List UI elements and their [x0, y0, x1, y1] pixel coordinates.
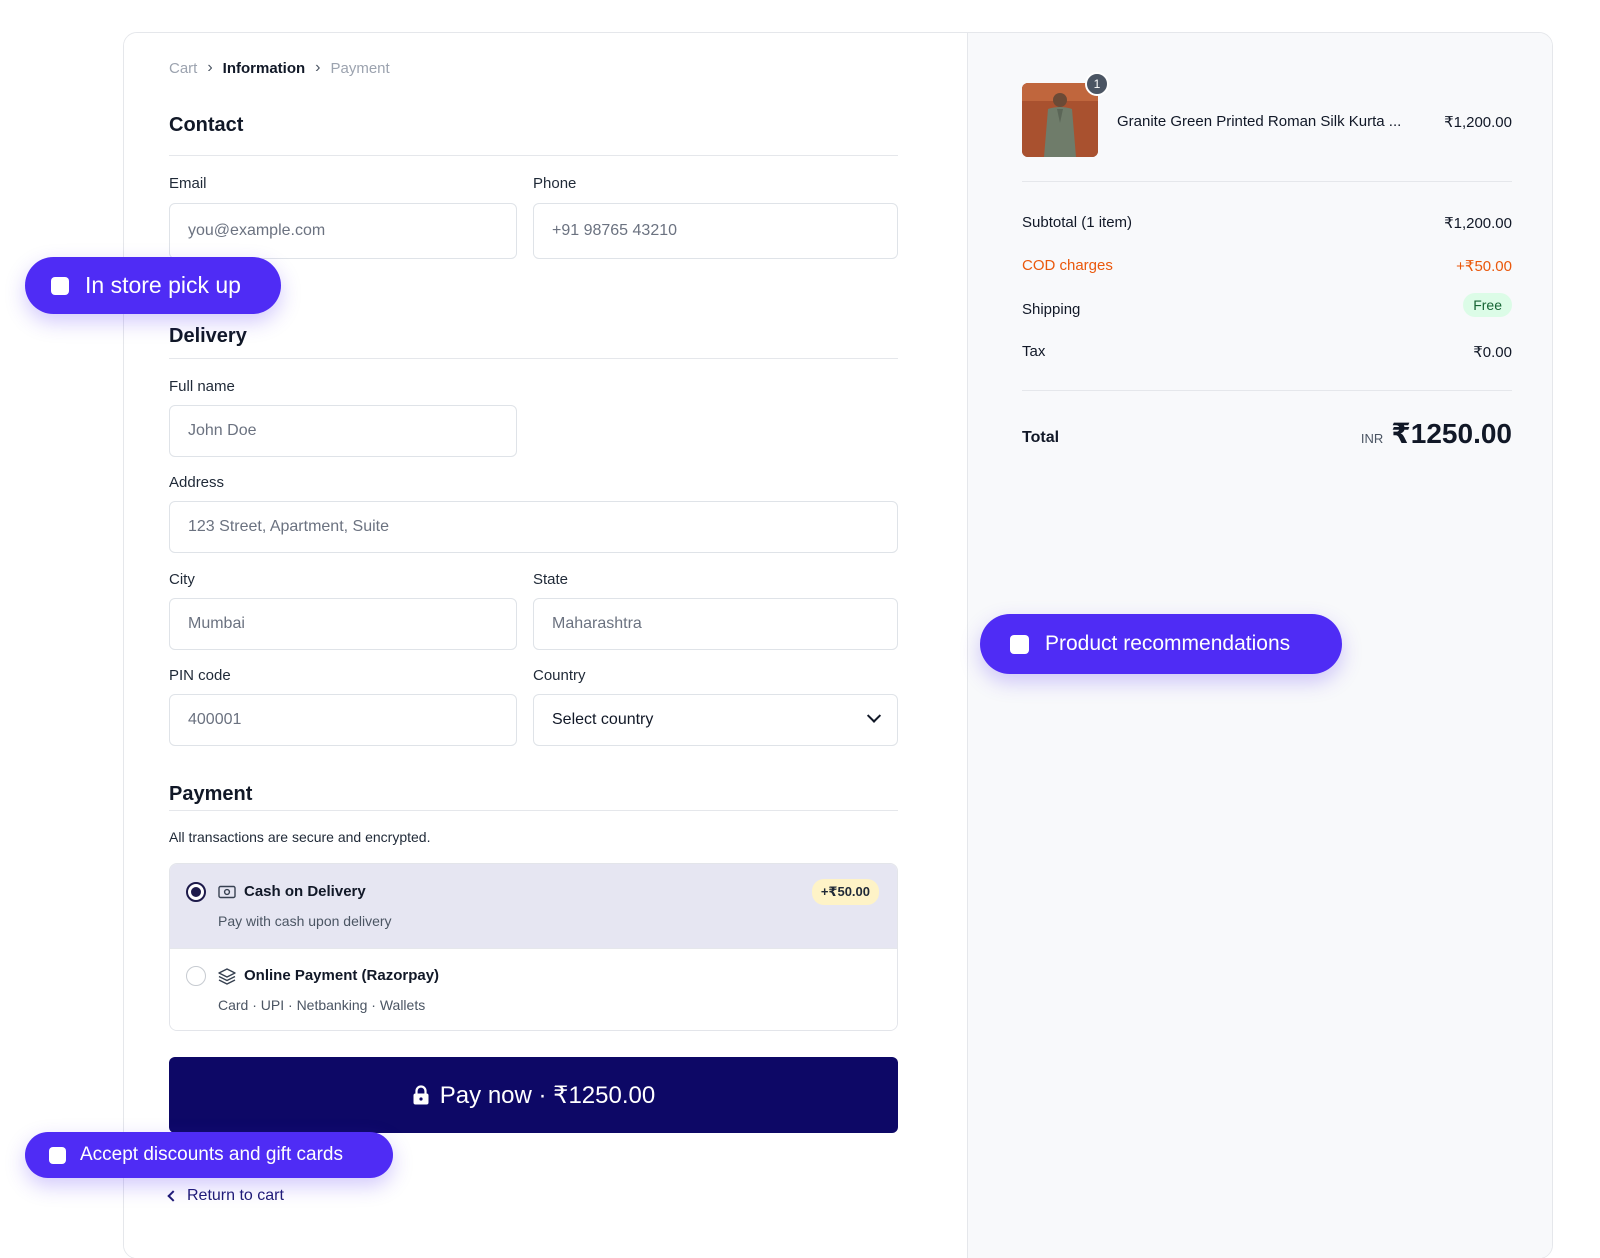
chevron-right-icon: ›: [207, 59, 213, 76]
email-label: Email: [169, 175, 207, 192]
cod-fee-badge: +₹50.00: [811, 879, 879, 905]
store-pickup-toggle[interactable]: In store pick up: [25, 257, 281, 314]
shipping-value-wrap: Free: [1463, 293, 1512, 317]
total-currency: INR: [1360, 431, 1384, 446]
city-field[interactable]: [169, 598, 517, 650]
payment-option-subtitle: Pay with cash upon delivery: [218, 913, 392, 929]
country-label: Country: [533, 667, 586, 684]
state-field[interactable]: [533, 598, 898, 650]
radio-cod[interactable]: [186, 882, 206, 902]
state-label: State: [533, 571, 569, 588]
shipping-label: Shipping: [1022, 301, 1081, 318]
pay-now-button[interactable]: Pay now · ₹1250.00: [169, 1057, 898, 1133]
breadcrumb-payment: Payment: [330, 59, 390, 77]
discounts-label: Accept discounts and gift cards: [80, 1144, 343, 1165]
contact-heading: Contact: [169, 114, 244, 136]
product-name: Granite Green Printed Roman Silk Kurta .…: [1117, 113, 1402, 130]
checkout-form-panel: Cart › Information › Payment Contact Ema…: [124, 33, 967, 1258]
product-recommendations-label: Product recommendations: [1045, 632, 1291, 655]
tax-label: Tax: [1022, 343, 1046, 360]
radio-online[interactable]: [186, 966, 206, 986]
breadcrumb-cart[interactable]: Cart: [169, 60, 197, 77]
subtotal-value: ₹1,200.00: [1444, 215, 1512, 232]
chevron-down-icon: [866, 708, 882, 723]
lock-icon: [413, 1085, 429, 1105]
country-select[interactable]: Select country: [533, 694, 898, 746]
divider: [169, 810, 898, 811]
shipping-free-badge: Free: [1463, 293, 1512, 317]
return-to-cart-label: Return to cart: [187, 1187, 284, 1204]
phone-label: Phone: [533, 175, 577, 192]
phone-field[interactable]: [533, 203, 898, 259]
store-pickup-label: In store pick up: [85, 272, 241, 298]
divider: [1022, 181, 1512, 182]
city-label: City: [169, 571, 195, 588]
payment-options: Cash on Delivery Pay with cash upon deli…: [169, 863, 898, 1031]
chevron-right-icon: ›: [315, 59, 321, 76]
cod-charges-value: +₹50.00: [1456, 258, 1512, 275]
address-field[interactable]: [169, 501, 898, 553]
divider: [1022, 390, 1512, 391]
pay-now-label: Pay now · ₹1250.00: [439, 1081, 656, 1109]
product-recommendations-toggle[interactable]: Product recommendations: [980, 614, 1342, 674]
checkbox-icon[interactable]: [1010, 634, 1029, 654]
total-value: ₹1250.00: [1391, 418, 1512, 449]
pin-label: PIN code: [169, 667, 231, 684]
cod-charges-label: COD charges: [1022, 257, 1113, 274]
tax-value: ₹0.00: [1473, 344, 1512, 361]
breadcrumb-information: Information: [222, 59, 306, 77]
subtotal-label: Subtotal (1 item): [1022, 214, 1133, 231]
payment-option-title: Online Payment (Razorpay): [244, 967, 440, 984]
quantity-badge: 1: [1085, 72, 1109, 96]
payment-heading: Payment: [169, 783, 253, 805]
delivery-heading: Delivery: [169, 325, 247, 347]
cash-icon: [218, 885, 236, 899]
fullname-label: Full name: [169, 378, 235, 395]
divider: [169, 155, 898, 156]
return-to-cart-link[interactable]: Return to cart: [167, 1187, 284, 1205]
country-select-value: Select country: [552, 711, 654, 728]
breadcrumb: Cart › Information › Payment: [169, 59, 390, 77]
fullname-field[interactable]: [169, 405, 517, 457]
checkbox-icon[interactable]: [49, 1146, 66, 1164]
payment-option-online[interactable]: Online Payment (Razorpay) Card · UPI · N…: [170, 948, 897, 1030]
payment-option-title: Cash on Delivery: [244, 883, 366, 900]
payment-option-cod[interactable]: Cash on Delivery Pay with cash upon deli…: [170, 864, 897, 948]
email-field[interactable]: [169, 203, 517, 259]
product-thumbnail: [1022, 83, 1098, 157]
total-amount: INR ₹1250.00: [1361, 417, 1512, 450]
address-label: Address: [169, 474, 225, 491]
pin-field[interactable]: [169, 694, 517, 746]
discounts-toggle[interactable]: Accept discounts and gift cards: [25, 1132, 393, 1178]
chevron-left-icon: [167, 1190, 179, 1202]
layers-icon: [218, 968, 236, 985]
payment-option-subtitle: Card · UPI · Netbanking · Wallets: [218, 997, 426, 1013]
total-label: Total: [1022, 429, 1060, 446]
divider: [169, 358, 898, 359]
secure-note: All transactions are secure and encrypte…: [169, 829, 431, 845]
checkbox-icon[interactable]: [51, 276, 69, 295]
product-price: ₹1,200.00: [1444, 114, 1512, 131]
